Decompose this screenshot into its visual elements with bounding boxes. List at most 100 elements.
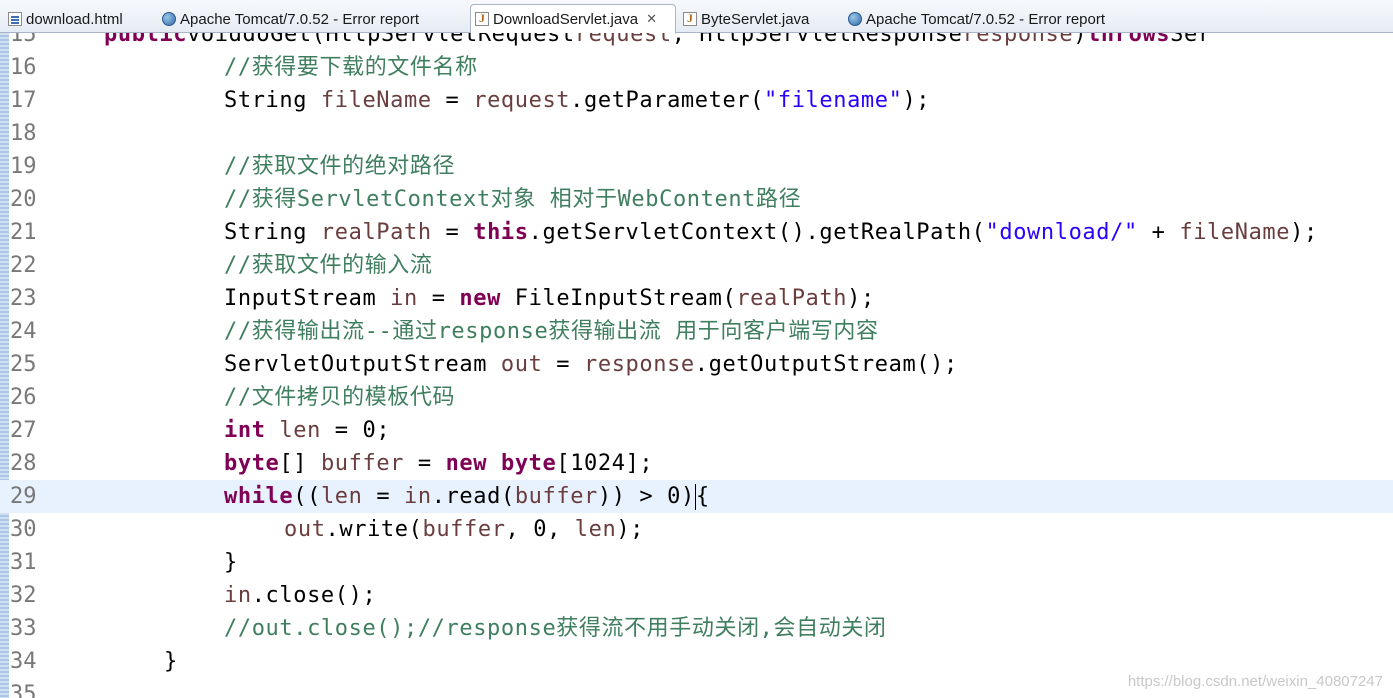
line-code: while((len = in.read(buffer)) > 0){: [224, 480, 710, 513]
editor-tab-bar: download.html Apache Tomcat/7.0.52 - Err…: [0, 0, 1393, 34]
line-number: 31: [10, 550, 37, 575]
line-code: //获取文件的输入流: [224, 249, 433, 282]
code-line[interactable]: 23 InputStream in = new FileInputStream(r…: [0, 282, 1393, 315]
code-token: .getOutputStream();: [694, 352, 958, 377]
code-line[interactable]: 27 int len = 0;: [0, 414, 1393, 447]
code-line[interactable]: 29 while((len = in.read(buffer)) > 0){: [0, 480, 1393, 513]
code-token: realPath: [320, 220, 432, 245]
code-token: []: [279, 451, 321, 476]
code-token: buffer: [320, 451, 405, 476]
code-token: in: [224, 583, 252, 608]
code-token: //文件拷贝的模板代码: [224, 385, 456, 410]
tab-label: download.html: [26, 10, 123, 28]
code-token: out: [500, 352, 543, 377]
close-icon[interactable]: ✕: [646, 11, 657, 27]
code-token: );: [902, 88, 931, 113]
code-line[interactable]: 25 ServletOutputStream out = response.get…: [0, 348, 1393, 381]
line-number: 23: [10, 286, 37, 311]
line-number: 22: [10, 253, 37, 278]
code-token: buffer: [422, 517, 506, 542]
code-line[interactable]: 22 //获取文件的输入流: [0, 249, 1393, 282]
code-line[interactable]: 28 byte[] buffer = new byte[1024];: [0, 447, 1393, 480]
code-token: Ser: [1170, 33, 1212, 47]
code-token: =: [362, 484, 405, 509]
code-line[interactable]: 16 //获得要下载的文件名称: [0, 51, 1393, 84]
line-code: //获得要下载的文件名称: [224, 51, 478, 84]
code-token: ServletOutputStream: [224, 352, 501, 377]
code-token: //获得输出流--通过response获得输出流 用于向客户端写内容: [224, 319, 879, 344]
code-token: byte: [224, 451, 280, 476]
code-token: request: [574, 33, 672, 47]
code-token: doGet(HttpServletRequest: [242, 33, 575, 47]
tab-tomcat-error-report-1[interactable]: Apache Tomcat/7.0.52 - Error report: [158, 5, 419, 33]
code-line[interactable]: 26 //文件拷贝的模板代码: [0, 381, 1393, 414]
code-token: .read(: [431, 484, 515, 509]
line-code: }: [164, 645, 178, 678]
code-line[interactable]: 31}: [0, 546, 1393, 579]
line-number: 21: [10, 220, 37, 245]
code-token: =: [542, 352, 584, 377]
line-number: 28: [10, 451, 37, 476]
code-token: out: [284, 517, 326, 542]
code-token: ): [1073, 33, 1088, 47]
code-token: );: [1290, 220, 1318, 245]
code-token: }: [164, 649, 178, 674]
code-token: len: [574, 517, 617, 542]
code-token: .getServletContext().getRealPath(: [528, 220, 986, 245]
code-token: .close();: [251, 583, 377, 608]
line-code: ServletOutputStream out = response.getOu…: [224, 348, 958, 381]
code-line[interactable]: 20 //获得ServletContext对象 相对于WebContent路径: [0, 183, 1393, 216]
watermark: https://blog.csdn.net/weixin_40807247: [1127, 673, 1383, 690]
line-code: String fileName = request.getParameter("…: [224, 84, 930, 117]
code-line[interactable]: 21 String realPath = this.getServletConte…: [0, 216, 1393, 249]
line-code: //获取文件的绝对路径: [224, 150, 455, 183]
code-token: =: [431, 88, 474, 113]
tab-label: DownloadServlet.java: [493, 10, 639, 28]
code-token: );: [616, 517, 645, 542]
line-code: String realPath = this.getServletContext…: [224, 216, 1318, 249]
code-token: //获取文件的绝对路径: [224, 154, 456, 179]
code-line[interactable]: 17 String fileName = request.getParameter…: [0, 84, 1393, 117]
line-number: 26: [10, 385, 37, 410]
code-token: fileName: [320, 88, 432, 113]
code-token: FileInputStream(: [500, 286, 737, 311]
tab-downloadservlet-java[interactable]: DownloadServlet.java ✕: [470, 4, 676, 34]
line-number: 15: [10, 33, 37, 47]
line-number: 16: [10, 55, 37, 80]
line-code: in.close();: [224, 579, 376, 612]
globe-icon: [162, 12, 176, 26]
code-token: public: [104, 33, 188, 47]
line-number: 24: [10, 319, 37, 344]
code-token: this: [473, 220, 529, 245]
code-line[interactable]: 24 //获得输出流--通过response获得输出流 用于向客户端写内容: [0, 315, 1393, 348]
code-line[interactable]: 18: [0, 117, 1393, 150]
code-token: )) > 0): [597, 484, 695, 509]
line-code: publicvoiddoGet(HttpServletRequestreques…: [104, 33, 1212, 51]
code-token: throws: [1087, 33, 1171, 47]
tab-download-html[interactable]: download.html: [4, 5, 123, 33]
code-token: =: [404, 451, 446, 476]
line-code: //文件拷贝的模板代码: [224, 381, 455, 414]
line-number: 29: [10, 484, 37, 509]
code-token: //获得ServletContext对象 相对于WebContent路径: [224, 187, 802, 212]
line-code: //获得输出流--通过response获得输出流 用于向客户端写内容: [224, 315, 879, 348]
tab-label: Apache Tomcat/7.0.52 - Error report: [180, 10, 420, 28]
tab-tomcat-error-report-2[interactable]: Apache Tomcat/7.0.52 - Error report: [844, 5, 1105, 33]
code-token: int: [224, 418, 266, 443]
code-line[interactable]: 15 publicvoiddoGet(HttpServletRequestrequ…: [0, 33, 1393, 51]
code-token: new: [445, 451, 488, 476]
code-token: //out.close();//response获得流不用手动关闭,会自动关闭: [224, 616, 887, 641]
code-line[interactable]: 33 //out.close();//response获得流不用手动关闭,会自动关…: [0, 612, 1393, 645]
code-token: [1024];: [556, 451, 654, 476]
code-line[interactable]: 32 in.close();: [0, 579, 1393, 612]
code-line[interactable]: 30 out.write(buffer, 0, len);: [0, 513, 1393, 546]
code-line[interactable]: 19 //获取文件的绝对路径: [0, 150, 1393, 183]
tab-byteservlet-java[interactable]: ByteServlet.java: [679, 5, 809, 33]
line-number: 27: [10, 418, 37, 443]
code-token: len: [279, 418, 321, 443]
line-code: out.write(buffer, 0, len);: [284, 513, 644, 546]
code-token: {: [695, 484, 710, 509]
code-token: //获取文件的输入流: [224, 253, 433, 278]
code-editor[interactable]: 15 publicvoiddoGet(HttpServletRequestrequ…: [0, 33, 1393, 698]
